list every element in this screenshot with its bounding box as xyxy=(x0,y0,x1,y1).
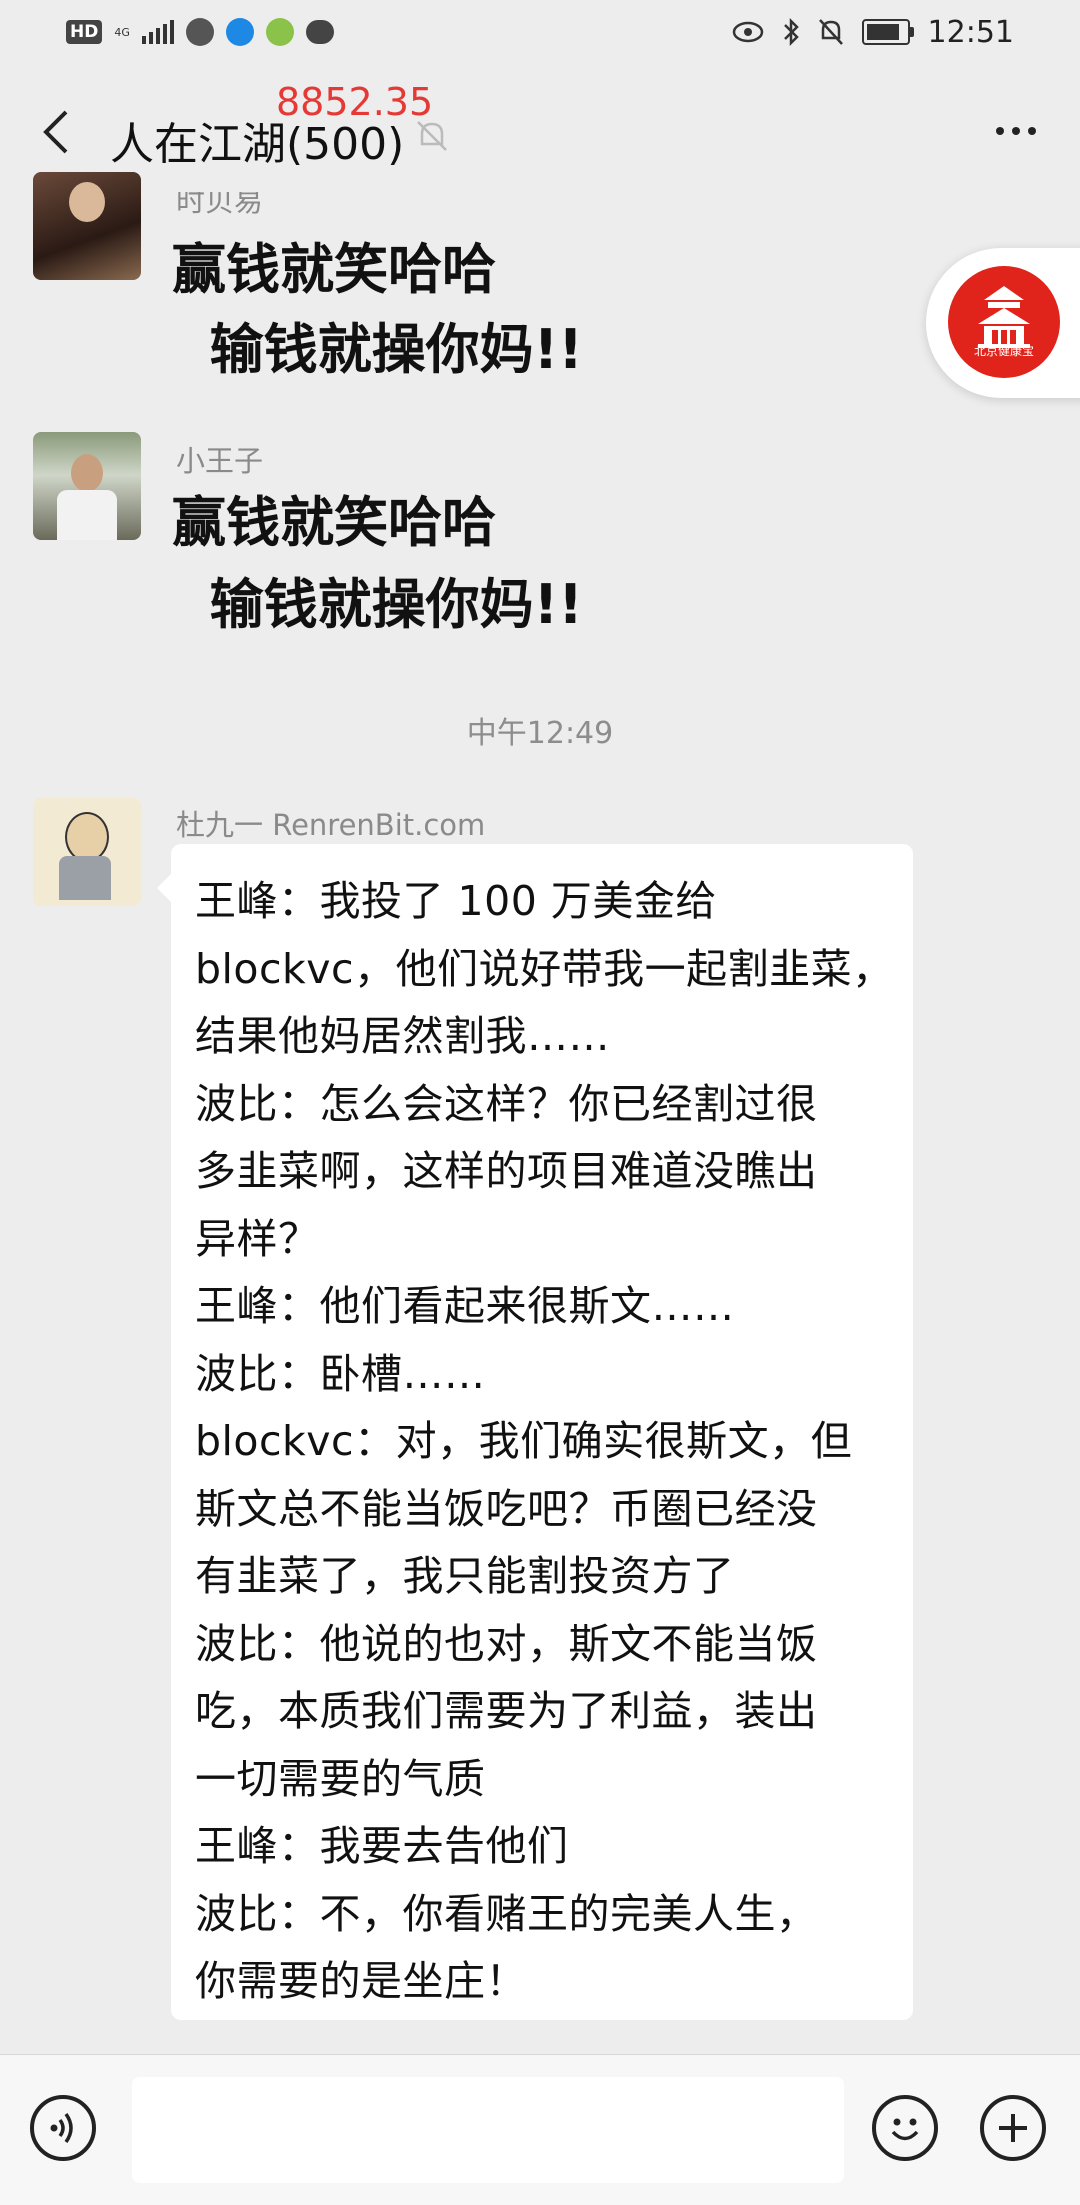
message-text-line: 你需要的是坐庄！ xyxy=(195,1957,527,2005)
message-text-line: 斯文总不能当饭吃吧？币圈已经没 xyxy=(195,1484,818,1533)
voice-input-button[interactable] xyxy=(30,2095,96,2161)
message-text-line: 波比：卧槽…… xyxy=(195,1349,486,1398)
message-text-line: blockvc：对，我们确实很斯文，但 xyxy=(195,1417,853,1465)
message-line: 赢钱就笑哈哈 xyxy=(172,491,496,554)
message-text-line: 波比：怎么会这样？你已经割过很 xyxy=(195,1079,818,1128)
mute-icon xyxy=(417,121,447,151)
message-line: 赢钱就笑哈哈 xyxy=(172,238,496,301)
more-options-button[interactable] xyxy=(986,106,1046,156)
avatar[interactable] xyxy=(33,432,141,540)
avatar[interactable] xyxy=(33,798,141,906)
plus-icon xyxy=(999,2114,1027,2142)
message-line: 输钱就操你妈!! xyxy=(172,318,583,381)
smiley-icon xyxy=(891,2118,919,2141)
more-actions-button[interactable] xyxy=(980,2095,1046,2161)
message-text-line: 波比：他说的也对，斯文不能当饭 xyxy=(195,1619,818,1668)
message-notification-icon xyxy=(305,20,334,44)
more-dot-icon xyxy=(996,127,1004,135)
status-right: 12:51 xyxy=(732,12,1014,52)
mute-bell-icon xyxy=(818,19,843,45)
message-bubble[interactable]: 王峰：我投了 100 万美金给 blockvc，他们说好带我一起割韭菜， 结果他妈居… xyxy=(157,844,913,2020)
temple-icon xyxy=(978,286,1030,348)
more-dot-icon xyxy=(1028,127,1036,135)
clock: 12:51 xyxy=(927,14,1014,50)
game-notification-icon xyxy=(265,18,294,46)
sender-name: 小王子 xyxy=(176,444,264,478)
sender-name: 杜九一 RenrenBit.com xyxy=(176,808,486,842)
browser-notification-icon xyxy=(225,18,254,46)
message-text-line: blockvc，他们说好带我一起割韭菜， xyxy=(195,944,894,993)
input-bar xyxy=(0,2054,1080,2205)
voice-icon xyxy=(50,2112,73,2144)
message-text-line: 异样？ xyxy=(195,1214,320,1263)
message-text: 王峰：我投了 100 万美金给 blockvc，他们说好带我一起割韭菜， 结果他妈居… xyxy=(195,868,899,2016)
message-text-line: 王峰：他们看起来很斯文…… xyxy=(195,1282,735,1330)
floating-app-badge[interactable]: 北京健康宝 xyxy=(926,248,1080,398)
time-divider: 中午12:49 xyxy=(466,716,614,751)
status-bar: HD 4G 12:51 xyxy=(0,0,1080,66)
avatar[interactable] xyxy=(33,172,141,280)
chevron-left-icon xyxy=(43,110,68,154)
message-text-line: 结果他妈居然割我…… xyxy=(195,1012,610,1060)
eye-icon xyxy=(732,21,763,43)
message-text-line: 吃，本质我们需要为了利益，装出 xyxy=(195,1687,818,1735)
hd-indicator: HD xyxy=(66,20,103,44)
battery-level xyxy=(866,24,899,40)
chat-header: 人在江湖(500) 8852.35 xyxy=(0,66,1080,198)
message-text-line: 王峰：我要去告他们 xyxy=(195,1822,569,1870)
message-text-line: 一切需要的气质 xyxy=(195,1754,486,1803)
emoji-button[interactable] xyxy=(872,2095,938,2161)
signal-icon xyxy=(141,20,174,44)
health-code-icon xyxy=(948,266,1060,378)
app-notification-icon xyxy=(185,18,214,46)
message-text-line: 王峰：我投了 100 万美金给 xyxy=(195,877,717,925)
back-button[interactable] xyxy=(30,104,80,160)
status-left: HD 4G xyxy=(66,14,334,50)
message-text-line: 多韭菜啊，这样的项目难道没瞧出 xyxy=(195,1147,818,1195)
message-line: 输钱就操你妈!! xyxy=(172,573,583,636)
message-text-line: 波比：不，你看赌王的完美人生， xyxy=(195,1889,818,1938)
network-type: 4G xyxy=(114,25,130,39)
floating-badge-label: 北京健康宝 xyxy=(973,344,1034,358)
floating-price-overlay: 8852.35 xyxy=(276,80,434,124)
battery-icon xyxy=(861,19,914,45)
message-input[interactable] xyxy=(132,2077,844,2183)
bluetooth-icon xyxy=(783,17,799,47)
message-text-line: 有韭菜了，我只能割投资方了 xyxy=(195,1552,735,1600)
more-dot-icon xyxy=(1012,127,1020,135)
